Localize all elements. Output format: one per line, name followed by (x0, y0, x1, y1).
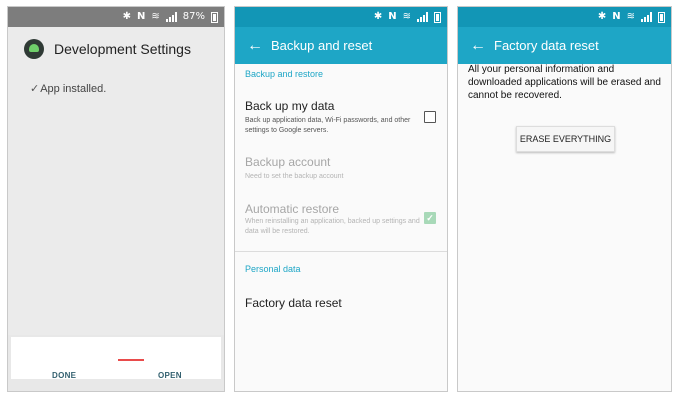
setting-description: Need to set the backup account (245, 173, 344, 180)
section-header-backup: Backup and restore (245, 69, 324, 79)
battery-percent: 87% (182, 11, 205, 22)
reset-warning-text: All your personal information and downlo… (468, 64, 661, 101)
bluetooth-icon: ✱ (373, 11, 383, 22)
status-bar: ✱ N ≋ (235, 7, 447, 27)
battery-icon (658, 11, 665, 23)
bluetooth-icon: ✱ (597, 11, 607, 22)
install-status: ✓App installed. (30, 82, 106, 95)
setting-title: Automatic restore (245, 202, 340, 216)
bottom-overlay (11, 337, 221, 379)
check-icon: ✓ (30, 83, 40, 95)
status-bar: ✱ N ≋ 87% (8, 7, 224, 27)
open-button[interactable]: OPEN (158, 371, 182, 380)
phone-screen-app-installed: ✱ N ≋ 87% Development Settings ✓App inst… (7, 6, 225, 392)
setting-description: Back up application data, Wi-Fi password… (245, 117, 411, 134)
wifi-icon: ≋ (626, 11, 635, 22)
battery-icon (211, 11, 218, 23)
done-button[interactable]: DONE (52, 371, 76, 380)
phone-screen-backup-and-reset: ✱ N ≋ ← Backup and reset Backup and rest… (234, 6, 448, 392)
battery-icon (434, 11, 441, 23)
backup-data-checkbox[interactable] (424, 111, 436, 123)
divider (235, 251, 447, 252)
page-title: Backup and reset (271, 38, 373, 53)
back-arrow-icon[interactable]: ← (247, 37, 269, 55)
phone-screen-factory-data-reset: ✱ N ≋ ← Factory data reset All your pers… (457, 6, 672, 392)
status-bar: ✱ N ≋ (458, 7, 671, 27)
signal-icon (417, 12, 428, 22)
nfc-icon: N (612, 11, 621, 22)
install-header: Development Settings (24, 39, 191, 59)
install-app-title: Development Settings (54, 41, 191, 57)
wifi-icon: ≋ (402, 11, 411, 22)
section-header-personal: Personal data (245, 264, 301, 274)
app-bar: ← Factory data reset (458, 27, 671, 64)
wifi-icon: ≋ (151, 11, 160, 22)
factory-data-reset-item[interactable]: Factory data reset (245, 296, 342, 310)
nfc-icon: N (388, 11, 397, 22)
signal-icon (165, 12, 177, 22)
signal-icon (641, 12, 652, 22)
bluetooth-icon: ✱ (122, 11, 131, 22)
erase-everything-button[interactable]: ERASE EVERYTHING (516, 126, 615, 152)
install-status-text: App installed. (40, 83, 107, 95)
back-arrow-icon[interactable]: ← (470, 37, 492, 55)
page-title: Factory data reset (494, 38, 599, 53)
setting-description: When reinstalling an application, backed… (245, 218, 420, 235)
nfc-icon: N (137, 11, 146, 22)
annotation-mark (118, 359, 144, 365)
app-bar: ← Backup and reset (235, 27, 447, 64)
setting-title: Back up my data (245, 99, 335, 113)
automatic-restore-checkbox[interactable]: ✓ (424, 212, 436, 224)
app-icon (24, 39, 44, 59)
setting-title: Backup account (245, 155, 331, 169)
